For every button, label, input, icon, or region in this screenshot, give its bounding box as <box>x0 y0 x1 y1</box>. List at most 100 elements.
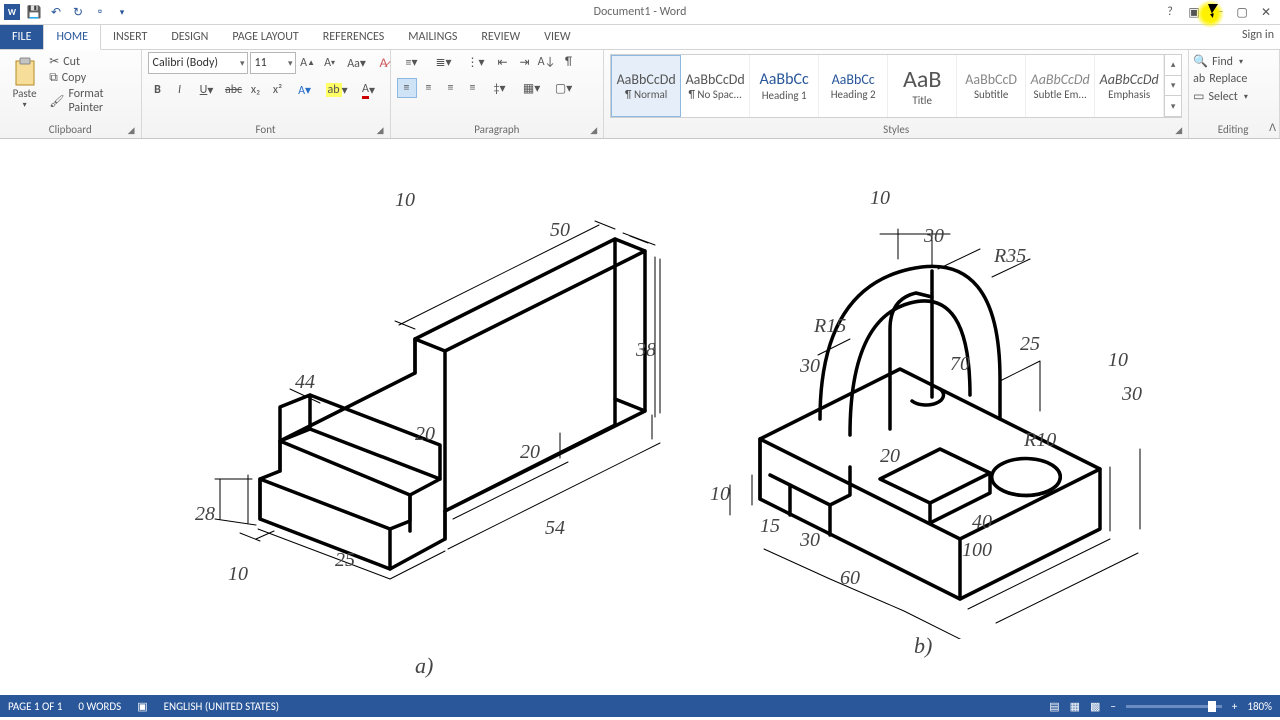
document-canvas[interactable]: 10 50 38 20 54 25 10 28 44 20 a) <box>0 139 1280 695</box>
multilevel-button[interactable]: ⋮▾ <box>461 52 491 72</box>
replace-button[interactable]: abReplace <box>1193 72 1273 86</box>
undo-icon[interactable]: ↶ <box>48 4 64 20</box>
tab-page-layout[interactable]: PAGE LAYOUT <box>220 25 310 49</box>
clipboard-launcher-icon[interactable]: ◢ <box>128 125 135 136</box>
font-name-combo[interactable]: Calibri (Body) <box>148 52 248 74</box>
ribbon-display-icon[interactable]: ▣ <box>1186 4 1202 20</box>
styles-launcher-icon[interactable]: ◢ <box>1175 125 1182 136</box>
clipboard-icon <box>12 57 38 87</box>
web-layout-icon[interactable]: ▩ <box>1090 700 1100 713</box>
scissors-icon: ✂ <box>49 54 59 69</box>
tab-insert[interactable]: INSERT <box>101 25 159 49</box>
drawing-a <box>200 179 680 619</box>
maximize-icon[interactable]: ▢ <box>1234 4 1250 20</box>
style-heading1[interactable]: AaBbCcHeading 1 <box>750 55 819 117</box>
style-subtle-em[interactable]: AaBbCcDdSubtle Em... <box>1026 55 1095 117</box>
text-effects-button[interactable]: A▾ <box>290 80 320 100</box>
dim-b-10t: 10 <box>870 187 890 210</box>
decrease-indent-button[interactable]: ⇤ <box>493 52 513 72</box>
redo-icon[interactable]: ↻ <box>70 4 86 20</box>
styles-scroll[interactable]: ▴▾▾ <box>1164 55 1181 117</box>
style-heading2[interactable]: AaBbCcHeading 2 <box>819 55 888 117</box>
underline-button[interactable]: U▾ <box>192 80 222 100</box>
style-no-spacing[interactable]: AaBbCcDd¶ No Spac... <box>681 55 750 117</box>
bullets-button[interactable]: ≡▾ <box>397 52 427 72</box>
font-launcher-icon[interactable]: ◢ <box>377 125 384 136</box>
tab-home[interactable]: HOME <box>43 24 101 50</box>
status-language[interactable]: ENGLISH (UNITED STATES) <box>164 700 279 713</box>
sign-in-link[interactable]: Sign in <box>1242 28 1274 42</box>
status-page[interactable]: PAGE 1 OF 1 <box>8 700 62 713</box>
subscript-button[interactable]: x₂ <box>246 80 266 100</box>
cut-button[interactable]: ✂Cut <box>49 54 134 69</box>
superscript-button[interactable]: x² <box>268 80 288 100</box>
zoom-slider[interactable] <box>1126 705 1222 708</box>
print-layout-icon[interactable]: ▦ <box>1070 700 1080 713</box>
styles-group-label: Styles <box>883 123 909 136</box>
highlight-button[interactable]: ab▾ <box>322 80 352 100</box>
dim-a-54: 54 <box>545 517 565 540</box>
paragraph-launcher-icon[interactable]: ◢ <box>590 125 597 136</box>
style-emphasis[interactable]: AaBbCcDdEmphasis <box>1095 55 1164 117</box>
zoom-out-button[interactable]: − <box>1110 700 1115 713</box>
tab-file[interactable]: FILE <box>0 25 43 49</box>
align-left-button[interactable]: ≡ <box>397 78 417 98</box>
shrink-font-button[interactable]: A▾ <box>320 53 340 73</box>
proofing-icon[interactable]: ▣ <box>137 700 147 713</box>
tab-design[interactable]: DESIGN <box>159 25 220 49</box>
italic-button[interactable]: I <box>170 80 190 100</box>
find-button[interactable]: 🔍Find▾ <box>1193 54 1273 69</box>
sort-button[interactable]: A↓ <box>537 52 557 72</box>
status-words[interactable]: 0 WORDS <box>78 700 121 713</box>
zoom-in-button[interactable]: + <box>1232 700 1237 713</box>
style-subtitle[interactable]: AaBbCcDSubtitle <box>957 55 1026 117</box>
increase-indent-button[interactable]: ⇥ <box>515 52 535 72</box>
help-icon[interactable]: ? <box>1162 4 1178 20</box>
dim-b-30l: 30 <box>800 355 820 378</box>
drawing-b-label: b) <box>914 633 932 659</box>
style-normal[interactable]: AaBbCcDd¶ Normal <box>611 55 681 117</box>
minimize-icon[interactable]: — <box>1210 4 1226 20</box>
grow-font-button[interactable]: A▲ <box>298 53 318 73</box>
replace-icon: ab <box>1193 72 1205 86</box>
tab-review[interactable]: REVIEW <box>469 25 532 49</box>
style-title[interactable]: AaBTitle <box>888 55 957 117</box>
collapse-ribbon-icon[interactable]: ᐱ <box>1269 121 1276 134</box>
shading-button[interactable]: ▦▾ <box>517 78 547 98</box>
new-doc-icon[interactable]: ▫ <box>92 4 108 20</box>
font-size-combo[interactable]: 11 <box>250 52 296 74</box>
dim-b-25: 25 <box>1020 333 1040 356</box>
align-right-button[interactable]: ≡ <box>441 78 461 98</box>
justify-button[interactable]: ≡ <box>463 78 483 98</box>
numbering-button[interactable]: ≣▾ <box>429 52 459 72</box>
align-center-button[interactable]: ≡ <box>419 78 439 98</box>
zoom-level[interactable]: 180% <box>1247 700 1272 713</box>
line-spacing-button[interactable]: ‡▾ <box>485 78 515 98</box>
copy-button[interactable]: ⧉Copy <box>49 71 134 85</box>
dim-b-10l: 10 <box>710 483 730 506</box>
strikethrough-button[interactable]: abc <box>224 80 244 100</box>
clipboard-group-label: Clipboard <box>49 123 92 136</box>
tab-references[interactable]: REFERENCES <box>311 25 397 49</box>
tab-mailings[interactable]: MAILINGS <box>396 25 469 49</box>
borders-button[interactable]: ▢▾ <box>549 78 579 98</box>
select-button[interactable]: ▭Select▾ <box>1193 89 1273 104</box>
dim-a-25: 25 <box>335 549 355 572</box>
dim-a-20h: 20 <box>415 423 435 446</box>
paste-button[interactable]: Paste ▾ <box>6 52 43 114</box>
format-painter-button[interactable]: 🖌Format Painter <box>49 87 134 115</box>
styles-gallery[interactable]: AaBbCcDd¶ Normal AaBbCcDd¶ No Spac... Aa… <box>610 54 1182 118</box>
show-marks-button[interactable]: ¶ <box>559 52 579 72</box>
tab-view[interactable]: VIEW <box>532 25 582 49</box>
dim-b-30r: 30 <box>1122 383 1142 406</box>
dim-a-44: 44 <box>295 371 315 394</box>
qat-customize-icon[interactable]: ▾ <box>114 4 130 20</box>
bold-button[interactable]: B <box>148 80 168 100</box>
save-icon[interactable]: 💾 <box>26 4 42 20</box>
font-color-button[interactable]: A▾ <box>354 80 384 100</box>
dim-b-30t: 30 <box>924 225 944 248</box>
close-icon[interactable]: ✕ <box>1258 4 1274 20</box>
read-mode-icon[interactable]: ▤ <box>1049 700 1059 713</box>
change-case-button[interactable]: Aa▾ <box>342 53 372 73</box>
ribbon-tabs: FILE HOME INSERT DESIGN PAGE LAYOUT REFE… <box>0 25 1280 50</box>
